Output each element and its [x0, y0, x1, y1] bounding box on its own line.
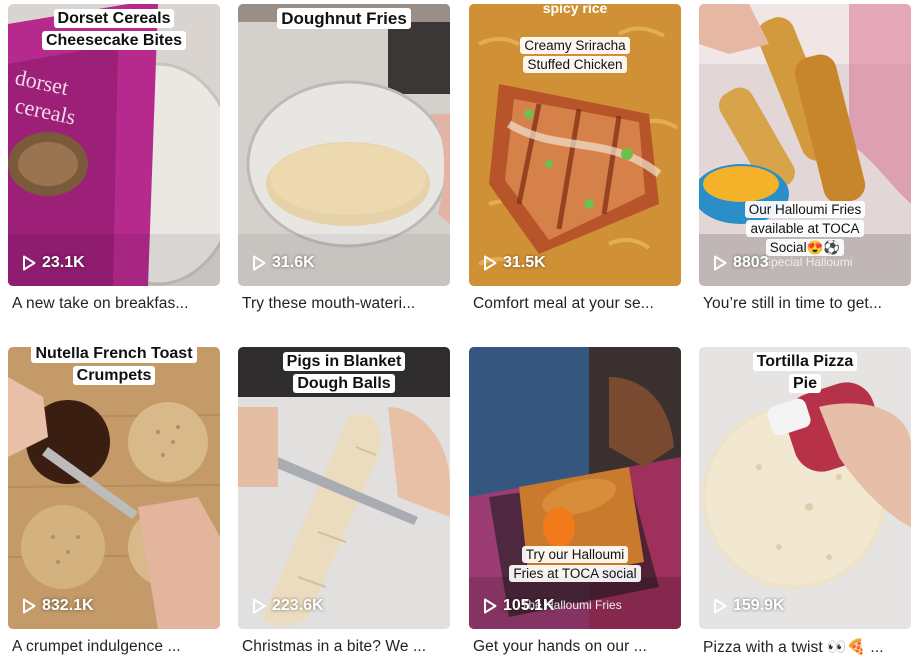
- play-icon: [714, 255, 727, 271]
- overlay-top-text: spicy rice: [542, 4, 608, 16]
- video-thumbnail[interactable]: Our Halloumi Fries available at TOCA Socia…: [699, 4, 911, 286]
- video-caption[interactable]: Christmas in a bite? We ...: [238, 638, 450, 656]
- overlay-text: Our Halloumi Fries available at TOCA Socia…: [699, 200, 911, 257]
- video-card[interactable]: Pigs in Blanket Dough Balls 223.6K Christ…: [238, 347, 450, 656]
- overlay-text: Dorset Cereals Cheesecake Bites: [8, 8, 220, 52]
- thumbnail-image: [469, 347, 681, 629]
- view-count: 8803: [713, 254, 769, 272]
- video-caption[interactable]: A crumpet indulgence ...: [8, 638, 220, 656]
- overlay-text: Pigs in Blanket Dough Balls: [238, 351, 450, 395]
- view-count: 23.1K: [22, 254, 85, 272]
- video-caption[interactable]: You’re still in time to get...: [699, 295, 911, 313]
- video-thumbnail[interactable]: Try our Halloumi Fries at TOCA social The…: [469, 347, 681, 629]
- video-caption[interactable]: A new take on breakfas...: [8, 295, 220, 313]
- video-thumbnail[interactable]: spicy rice Creamy Sriracha Stuffed Chicke…: [469, 4, 681, 286]
- play-icon: [253, 598, 266, 614]
- video-thumbnail[interactable]: dorset cereals Dorset Cereals Cheesecake …: [8, 4, 220, 286]
- play-icon: [484, 255, 497, 271]
- video-card[interactable]: spicy rice Creamy Sriracha Stuffed Chicke…: [469, 4, 681, 313]
- overlay-text: Doughnut Fries: [238, 8, 450, 30]
- overlay-text: Creamy Sriracha Stuffed Chicken: [469, 36, 681, 74]
- overlay-text: Tortilla Pizza Pie: [699, 351, 911, 395]
- overlay-text: Nutella French Toast Crumpets: [8, 347, 220, 387]
- thumbnail-image: [238, 4, 450, 286]
- play-icon: [484, 598, 497, 614]
- play-icon: [23, 598, 36, 614]
- video-card[interactable]: Nutella French Toast Crumpets 832.1K A cr…: [8, 347, 220, 656]
- video-thumbnail[interactable]: Tortilla Pizza Pie 159.9K: [699, 347, 911, 629]
- thumbnail-image: [8, 347, 220, 629]
- video-caption[interactable]: Pizza with a twist 👀🍕 ...: [699, 638, 911, 657]
- video-thumbnail[interactable]: Doughnut Fries 31.6K: [238, 4, 450, 286]
- view-count: 159.9K: [713, 597, 785, 615]
- video-caption[interactable]: Comfort meal at your se...: [469, 295, 681, 313]
- view-count: 223.6K: [252, 597, 324, 615]
- video-thumbnail[interactable]: Pigs in Blanket Dough Balls 223.6K: [238, 347, 450, 629]
- video-card[interactable]: Tortilla Pizza Pie 159.9K Pizza with a tw…: [699, 347, 911, 657]
- video-thumbnail[interactable]: Nutella French Toast Crumpets 832.1K: [8, 347, 220, 629]
- video-card[interactable]: Doughnut Fries 31.6K Try these mouth-wat…: [238, 4, 450, 313]
- play-icon: [253, 255, 266, 271]
- view-count: 31.6K: [252, 254, 315, 272]
- play-icon: [23, 255, 36, 271]
- video-caption[interactable]: Get your hands on our ...: [469, 638, 681, 656]
- view-count: 832.1K: [22, 597, 94, 615]
- video-card[interactable]: Try our Halloumi Fries at TOCA social The…: [469, 347, 681, 656]
- view-count: 105.1K: [483, 597, 555, 615]
- video-card[interactable]: Our Halloumi Fries available at TOCA Socia…: [699, 4, 911, 313]
- video-caption[interactable]: Try these mouth-wateri...: [238, 295, 450, 313]
- overlay-text: Try our Halloumi Fries at TOCA social: [469, 545, 681, 583]
- view-count: 31.5K: [483, 254, 546, 272]
- overlay-subtitle: Special Halloumi: [763, 255, 853, 269]
- video-card[interactable]: dorset cereals Dorset Cereals Cheesecake …: [8, 4, 220, 313]
- play-icon: [714, 598, 727, 614]
